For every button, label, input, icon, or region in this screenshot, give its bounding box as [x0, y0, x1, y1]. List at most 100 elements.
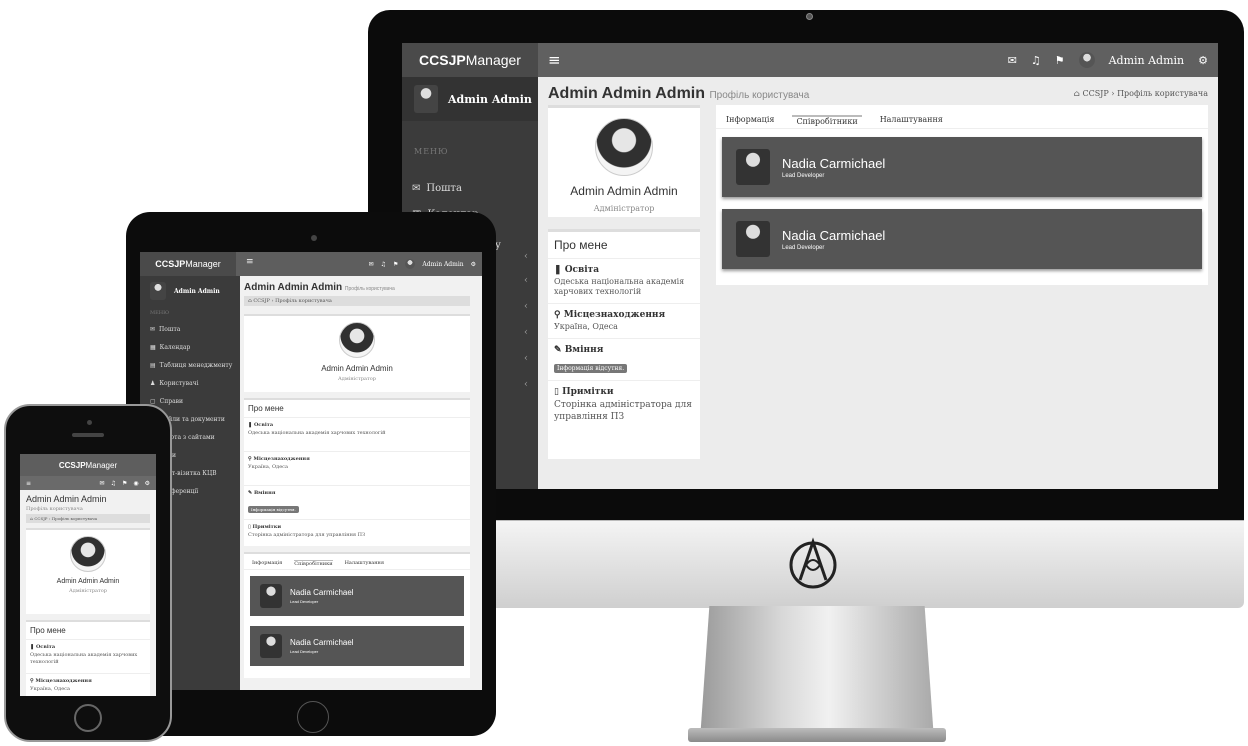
tab-info[interactable]: Інформація [726, 115, 774, 128]
user-name[interactable]: Admin Admin [1109, 54, 1185, 67]
tablet-navbar-right: ✉ ♫ ⚑ Admin Admin ⚙ [369, 252, 476, 276]
phone-camera [87, 420, 92, 425]
monitor-foot [688, 728, 946, 742]
tab-employees[interactable]: Співробітники [792, 115, 862, 128]
phone-home-button[interactable] [74, 704, 102, 732]
map-marker-icon: ⚲ [554, 310, 561, 320]
profile-avatar [595, 118, 653, 176]
sidebar-user: Admin Admin [402, 77, 538, 121]
tablet-camera [311, 235, 317, 241]
employee-card[interactable]: Nadia Carmichael Lead Developer [250, 576, 464, 616]
settings-icon[interactable]: ⚙ [471, 261, 476, 268]
sidebar-user: Admin Admin [150, 282, 220, 300]
about-title: Про мене [548, 232, 700, 259]
about-title: Про мене [26, 622, 150, 640]
calendar-icon: ▦ [150, 343, 156, 351]
employee-card[interactable]: Nadia Carmichael Lead Developer [250, 626, 464, 666]
chevron-left-icon: ‹ [524, 301, 528, 312]
sidebar-avatar [150, 282, 166, 300]
user-name[interactable]: Admin Admin [422, 261, 463, 268]
page-title: Admin Admin Admin [26, 494, 107, 504]
chevron-left-icon: ‹ [524, 353, 528, 364]
chevron-left-icon: ‹ [524, 251, 528, 262]
employee-avatar [736, 221, 770, 257]
book-icon: ❚ [554, 265, 562, 275]
menu-toggle-icon[interactable]: ≡ [548, 51, 561, 69]
tablet-home-button[interactable] [297, 701, 329, 733]
tab-info[interactable]: Інформація [252, 560, 282, 569]
mail-icon[interactable]: ✉ [100, 480, 105, 487]
settings-icon[interactable]: ⚙ [145, 480, 150, 487]
menu-header: МЕНЮ [414, 147, 449, 156]
user-avatar[interactable] [1078, 52, 1095, 68]
phone-speaker [72, 433, 104, 437]
user-avatar[interactable] [405, 259, 416, 269]
mail-icon[interactable]: ✉ [1008, 54, 1017, 67]
page-subtitle: Профіль користувача [709, 90, 810, 101]
tab-bar: Інформація Співробітники Налаштування [716, 105, 1208, 129]
tabs-panel: Інформація Співробітники Налаштування Nadi… [244, 552, 470, 678]
profile-card: Admin Admin Admin Адміністратор [26, 528, 150, 614]
profile-avatar [70, 536, 106, 572]
breadcrumb: ⌂ CCSJP › Профіль користувача [26, 514, 150, 523]
phone-brand[interactable]: CCSJP Manager [20, 454, 156, 476]
sidebar-item-mail[interactable]: ✉ Пошта [140, 320, 240, 338]
page-subtitle: Профіль користувача [26, 506, 83, 512]
tablet-brand[interactable]: CCSJP Manager [140, 252, 236, 276]
flag-icon[interactable]: ⚑ [393, 261, 398, 268]
mail-icon[interactable]: ✉ [369, 261, 374, 268]
flag-icon[interactable]: ⚑ [1055, 54, 1065, 67]
employee-card[interactable]: Nadia Carmichael Lead Developer [722, 137, 1202, 197]
settings-icon[interactable]: ⚙ [1198, 54, 1208, 67]
tab-employees[interactable]: Співробітники [294, 560, 333, 569]
profile-role: Адміністратор [337, 376, 376, 382]
file-icon: ▯ [554, 387, 559, 397]
profile-card: Admin Admin Admin Адміністратор [244, 314, 470, 392]
desktop-screen: CCSJP Manager ≡ ✉ ♫ ⚑ Admin Admin ⚙ Admin… [402, 43, 1218, 489]
about-skills: ✎ Вміння Інформація відсутня. [244, 486, 470, 520]
employee-role: Lead Developer [782, 244, 825, 251]
employee-card[interactable]: Nadia Carmichael Lead Developer [722, 209, 1202, 269]
sidebar-item-calendar[interactable]: ▦Календар [140, 338, 240, 356]
notification-icon[interactable]: ♫ [381, 261, 386, 268]
navbar-right: ✉ ♫ ⚑ Admin Admin ⚙ [1008, 43, 1208, 77]
employee-role: Lead Developer [782, 172, 825, 179]
brand-logo[interactable]: CCSJP Manager [402, 43, 538, 77]
book-icon: ❚ [248, 422, 253, 428]
tablet-screen: CCSJP Manager ≡ ✉ ♫ ⚑ Admin Admin ⚙ Admin Adm… [140, 252, 482, 690]
tabs-panel: Інформація Співробітники Налаштування Na… [716, 105, 1208, 285]
monitor-camera [806, 13, 813, 20]
about-skills: ✎ Вміння Інформація відсутня. [548, 339, 700, 381]
menu-toggle-icon[interactable]: ≡ [26, 480, 31, 487]
about-notes: ▯ Примітки Сторінка адміністратора для уп… [248, 524, 366, 538]
profile-name: Admin Admin Admin [56, 578, 120, 585]
notification-icon[interactable]: ♫ [111, 480, 116, 487]
page-title: Admin Admin Admin Профіль користувача [244, 282, 395, 293]
sidebar-item-mail[interactable]: ✉ Пошта [402, 175, 538, 201]
user-avatar[interactable]: ◉ [133, 480, 138, 487]
skills-badge: Інформація відсутня. [554, 364, 628, 373]
chevron-left-icon: ‹ [524, 275, 528, 286]
book-icon: ❚ [30, 644, 35, 650]
tab-settings[interactable]: Налаштування [880, 115, 943, 128]
profile-name: Admin Admin Admin [570, 184, 678, 198]
home-icon: ⌂ [248, 298, 252, 304]
users-icon: ♟ [150, 379, 156, 387]
sidebar-item-table[interactable]: ▤Таблиця менеджменту [140, 356, 240, 374]
about-notes: ▯ Примітки Сторінка адміністратора для уп… [554, 387, 692, 422]
notification-icon[interactable]: ♫ [1031, 54, 1041, 67]
flag-icon[interactable]: ⚑ [122, 480, 127, 487]
about-education: ❚ Освіта Одеська національна академія хар… [26, 640, 150, 674]
about-card: Про мене ❚ Освіта Одеська національна ака… [26, 620, 150, 696]
sidebar-item-users[interactable]: ♟ Користувачі [140, 374, 240, 392]
about-education: ❚ Освіта Одеська національна академія хар… [548, 259, 700, 304]
about-card: Про мене ❚ Освіта Одеська національна ака… [548, 229, 700, 459]
academy-logo-icon [789, 537, 837, 589]
page-title: Admin Admin Admin Профіль користувача [548, 85, 810, 102]
employee-name: Nadia Carmichael [782, 155, 886, 171]
about-title: Про мене [244, 400, 470, 418]
breadcrumb-home[interactable]: CCSJP [1082, 89, 1108, 98]
about-card: Про мене ❚ Освіта Одеська національна ака… [244, 398, 470, 546]
menu-toggle-icon[interactable]: ≡ [246, 257, 254, 267]
tab-settings[interactable]: Налаштування [345, 560, 384, 569]
